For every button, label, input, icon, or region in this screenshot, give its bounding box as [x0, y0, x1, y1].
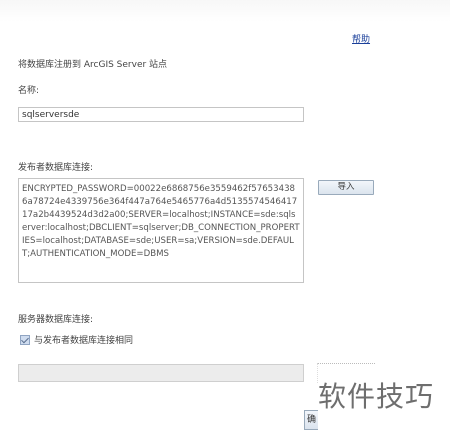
- server-connection-label: 服务器数据库连接:: [18, 315, 94, 325]
- top-band: [0, 0, 450, 22]
- help-link[interactable]: 帮助: [352, 32, 370, 45]
- server-connection-field: [18, 364, 304, 382]
- name-input[interactable]: [18, 107, 304, 122]
- import-button[interactable]: 导入: [318, 180, 374, 195]
- watermark-text: 软件技巧: [318, 380, 435, 413]
- same-as-publisher-row[interactable]: 与发布者数据库连接相同: [20, 333, 133, 346]
- same-as-publisher-label: 与发布者数据库连接相同: [34, 336, 134, 346]
- name-label: 名称:: [18, 86, 40, 96]
- publisher-connection-textarea[interactable]: ENCRYPTED_PASSWORD=00022e6868756e3559462…: [18, 178, 304, 283]
- partially-visible-button[interactable]: 确: [304, 410, 318, 430]
- page-heading: 将数据库注册到 ArcGIS Server 站点: [18, 60, 168, 70]
- publisher-connection-label: 发布者数据库连接:: [18, 163, 94, 173]
- same-as-publisher-checkbox[interactable]: [20, 334, 30, 345]
